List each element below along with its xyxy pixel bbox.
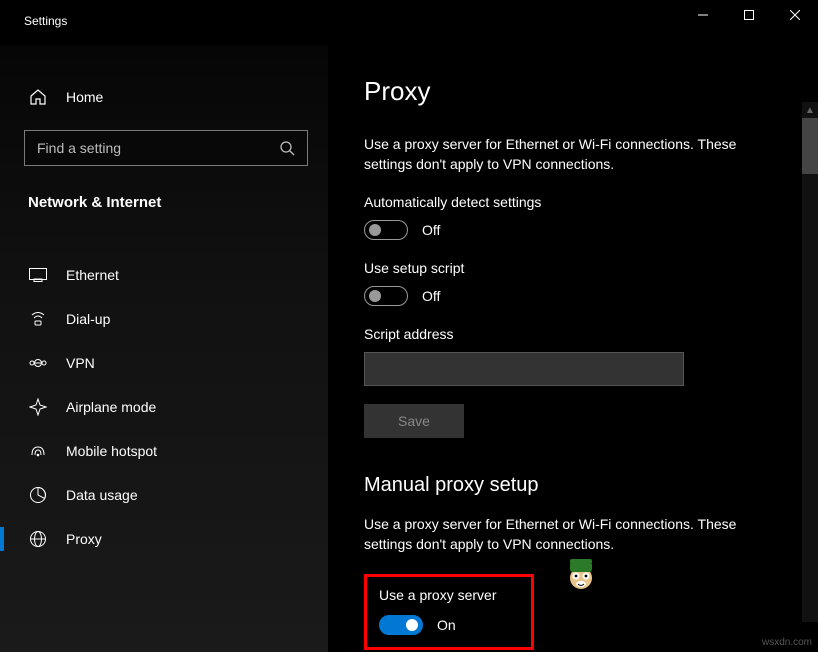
search-input[interactable] [37,140,279,156]
sidebar-item-label: Airplane mode [66,399,156,415]
home-nav[interactable]: Home [0,76,328,118]
home-label: Home [66,89,103,105]
scroll-up-arrow[interactable]: ▲ [802,102,818,118]
auto-detect-label: Automatically detect settings [364,194,782,210]
minimize-button[interactable] [680,0,726,30]
sidebar-item-proxy[interactable]: Proxy [0,517,328,561]
sidebar-item-data-usage[interactable]: Data usage [0,473,328,517]
sidebar: Home Network & Internet Ethernet Dial-up [0,46,328,652]
sidebar-item-label: Mobile hotspot [66,443,157,459]
proxy-icon [28,530,48,548]
save-button[interactable]: Save [364,404,464,438]
airplane-icon [28,398,48,416]
watermark: wsxdn.com [762,637,812,648]
auto-detect-value: Off [422,222,440,238]
sidebar-item-vpn[interactable]: VPN [0,341,328,385]
scroll-thumb[interactable] [802,118,818,174]
use-proxy-value: On [437,617,456,633]
sidebar-item-label: Proxy [66,531,102,547]
proxy-intro: Use a proxy server for Ethernet or Wi-Fi… [364,135,764,174]
data-usage-icon [28,486,48,504]
use-proxy-toggle[interactable] [379,615,423,635]
hotspot-icon [28,444,48,458]
use-script-value: Off [422,288,440,304]
page-title: Proxy [364,76,782,107]
sidebar-item-label: Data usage [66,487,138,503]
sidebar-item-airplane-mode[interactable]: Airplane mode [0,385,328,429]
search-icon [279,140,295,156]
home-icon [28,88,48,106]
manual-proxy-heading: Manual proxy setup [364,474,782,497]
sidebar-item-ethernet[interactable]: Ethernet [0,253,328,297]
sidebar-item-label: Dial-up [66,311,110,327]
script-address-input[interactable] [364,352,684,386]
close-button[interactable] [772,0,818,30]
search-box[interactable] [24,130,308,166]
script-address-label: Script address [364,326,782,342]
use-proxy-label: Use a proxy server [379,587,519,603]
dialup-icon [28,312,48,326]
maximize-button[interactable] [726,0,772,30]
window-controls [680,0,818,30]
app-title: Settings [24,14,67,28]
auto-detect-toggle[interactable] [364,220,408,240]
mascot-icon [564,556,598,596]
ethernet-icon [28,268,48,282]
manual-proxy-intro: Use a proxy server for Ethernet or Wi-Fi… [364,515,764,554]
titlebar: Settings [0,0,818,46]
use-script-toggle[interactable] [364,286,408,306]
vpn-icon [28,357,48,369]
sidebar-item-dialup[interactable]: Dial-up [0,297,328,341]
scrollbar[interactable]: ▲ [802,102,818,622]
main-panel: Proxy Use a proxy server for Ethernet or… [328,46,818,652]
sidebar-item-label: VPN [66,355,95,371]
sidebar-item-mobile-hotspot[interactable]: Mobile hotspot [0,429,328,473]
nav-list: Ethernet Dial-up VPN Airplane mode [0,253,328,561]
sidebar-section-title: Network & Internet [0,184,328,233]
sidebar-item-label: Ethernet [66,267,119,283]
highlight-box: Use a proxy server On [364,574,534,650]
use-script-label: Use setup script [364,260,782,276]
